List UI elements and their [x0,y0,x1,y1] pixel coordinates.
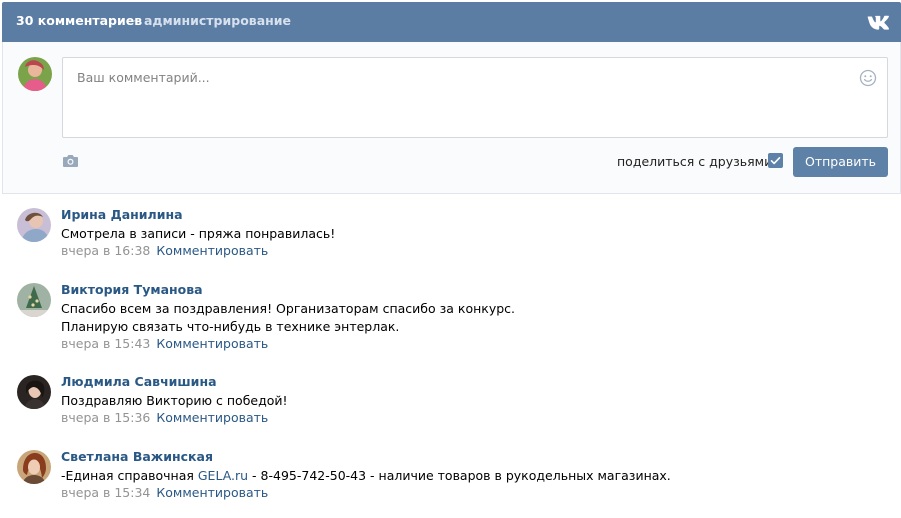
admin-link[interactable]: администрирование [144,13,291,28]
reply-link[interactable]: Комментировать [156,485,268,500]
comment-text-line: Поздравляю Викторию с победой! [61,393,288,408]
comments-widget: 30 комментариев · администрирование Ваш … [2,2,901,518]
my-avatar[interactable] [18,57,52,91]
widget-header: 30 комментариев · администрирование [2,2,901,42]
comment-text: -Единая справочная GELA.ru - 8-495-742-5… [61,467,671,485]
comment-text: Поздравляю Викторию с победой! [61,392,288,410]
reply-link[interactable]: Комментировать [156,336,268,351]
comment-text-line: Планирую связать что-нибудь в технике эн… [61,319,400,334]
comment-text-part: -Единая справочная [61,468,198,483]
comment-time[interactable]: вчера в 15:43 [61,336,150,351]
vk-logo-icon[interactable] [867,14,889,30]
comment-author[interactable]: Людмила Савчишина [61,374,217,389]
header-separator: · [133,13,137,28]
comment-text-part: - 8-495-742-50-43 - наличие товаров в ру… [248,468,671,483]
comment-meta: вчера в 15:36 Комментировать [61,410,268,425]
avatar[interactable] [17,375,51,409]
avatar[interactable] [17,283,51,317]
comment-input[interactable]: Ваш комментарий... [62,57,888,138]
comment-meta: вчера в 16:38 Комментировать [61,243,268,258]
avatar[interactable] [17,208,51,242]
check-icon [770,157,781,165]
smile-icon[interactable] [859,69,877,87]
comment-time[interactable]: вчера в 16:38 [61,243,150,258]
comment-author[interactable]: Виктория Туманова [61,282,203,297]
comment-text-line: Смотрела в записи - пряжа понравилась! [61,226,336,241]
comment-time[interactable]: вчера в 15:34 [61,485,150,500]
comment-meta: вчера в 15:43 Комментировать [61,336,268,351]
gela-link[interactable]: GELA.ru [198,468,248,483]
comment-count: 30 комментариев [16,13,143,28]
comment-text-line: Спасибо всем за поздравления! Организато… [61,301,515,316]
reply-link[interactable]: Комментировать [156,243,268,258]
comment-composer: Ваш комментарий... поделиться с друзьями… [2,42,901,194]
avatar[interactable] [17,450,51,484]
comment-text: Спасибо всем за поздравления! Организато… [61,300,515,336]
share-checkbox[interactable] [768,153,783,168]
reply-link[interactable]: Комментировать [156,410,268,425]
comment-author[interactable]: Ирина Данилина [61,207,183,222]
comment-meta: вчера в 15:34 Комментировать [61,485,268,500]
share-with-friends-label: поделиться с друзьями [617,154,773,169]
comment-time[interactable]: вчера в 15:36 [61,410,150,425]
comment-author[interactable]: Светлана Важинская [61,449,213,464]
send-button[interactable]: Отправить [793,147,888,177]
comment-text: Смотрела в записи - пряжа понравилась! [61,225,335,243]
comment-placeholder: Ваш комментарий... [77,70,210,85]
camera-icon[interactable] [62,154,79,168]
